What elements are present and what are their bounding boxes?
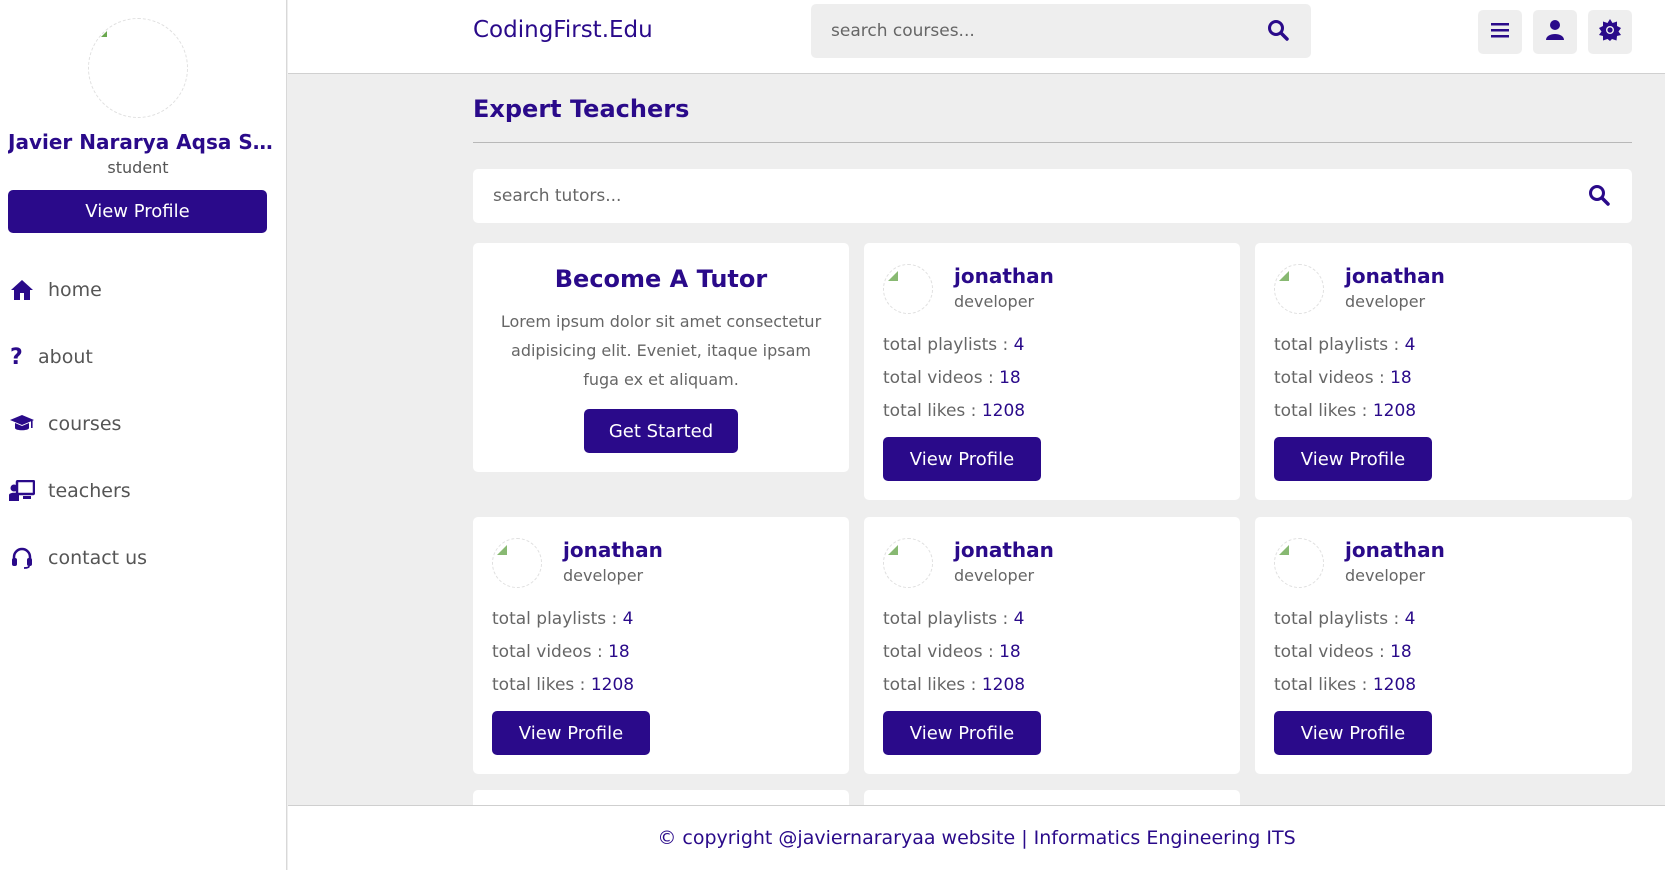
tutor-videos-stat: total videos : 18 — [883, 642, 1021, 662]
tutor-role: developer — [1345, 292, 1426, 311]
tutor-card: jonathan developer total playlists : 4 t… — [864, 243, 1240, 500]
footer: © copyright @javiernararyaa website | In… — [288, 805, 1665, 870]
sidebar-item-about[interactable]: ? about — [0, 337, 280, 377]
tutor-playlists-stat: total playlists : 4 — [492, 609, 634, 629]
tutor-role: developer — [1345, 566, 1426, 585]
sidebar-item-label: home — [48, 279, 102, 301]
question-icon: ? — [10, 344, 23, 370]
user-button[interactable] — [1533, 10, 1577, 54]
tutor-playlists-stat: total playlists : 4 — [1274, 335, 1416, 355]
tutor-videos-stat: total videos : 18 — [1274, 642, 1412, 662]
tutor-name: jonathan — [1345, 264, 1445, 288]
search-icon[interactable] — [1588, 184, 1612, 208]
tutor-likes-stat: total likes : 1208 — [883, 401, 1026, 421]
tutor-avatar — [883, 538, 933, 588]
tutor-likes-stat: total likes : 1208 — [1274, 675, 1417, 695]
tutor-name: jonathan — [1345, 538, 1445, 562]
tutor-videos-stat: total videos : 18 — [492, 642, 630, 662]
tutor-likes-stat: total likes : 1208 — [1274, 401, 1417, 421]
tutor-search-form — [473, 169, 1632, 223]
tutor-avatar — [492, 538, 542, 588]
course-search-form — [811, 4, 1311, 58]
sidebar-item-label: about — [38, 346, 93, 368]
view-profile-button[interactable]: View Profile — [883, 711, 1041, 755]
tutor-videos-stat: total videos : 18 — [1274, 368, 1412, 388]
user-name: Javier Nararya Aqsa Setiy... — [8, 130, 276, 154]
get-started-button[interactable]: Get Started — [584, 409, 738, 453]
tutor-search-input[interactable] — [473, 169, 1553, 223]
site-logo[interactable]: CodingFirst.Edu — [473, 17, 653, 43]
tutor-role: developer — [954, 292, 1035, 311]
become-tutor-description: Lorem ipsum dolor sit amet consectetur a… — [500, 312, 822, 389]
tutor-card: jonathan developer total playlists : 4 t… — [1255, 517, 1632, 774]
tutor-card: jonathan developer total playlists : 4 t… — [473, 517, 849, 774]
chalkboard-teacher-icon — [8, 477, 36, 505]
graduation-cap-icon — [8, 410, 36, 438]
tutor-playlists-stat: total playlists : 4 — [1274, 609, 1416, 629]
sidebar-item-label: courses — [48, 413, 122, 435]
headset-icon — [8, 544, 36, 572]
tutor-role: developer — [563, 566, 644, 585]
tutor-playlists-stat: total playlists : 4 — [883, 609, 1025, 629]
view-profile-button[interactable]: View Profile — [1274, 711, 1432, 755]
sidebar-item-teachers[interactable]: teachers — [0, 471, 280, 511]
tutor-avatar — [883, 264, 933, 314]
course-search-input[interactable] — [811, 4, 1251, 58]
menu-button[interactable] — [1478, 10, 1522, 54]
title-divider — [473, 142, 1632, 143]
menu-icon — [1491, 22, 1509, 42]
sidebar-item-label: contact us — [48, 547, 148, 569]
top-header: CodingFirst.Edu — [288, 0, 1665, 74]
user-avatar[interactable] — [88, 18, 188, 118]
tutor-name: jonathan — [563, 538, 663, 562]
tutor-name: jonathan — [954, 264, 1054, 288]
sidebar-item-courses[interactable]: courses — [0, 404, 280, 444]
tutor-name: jonathan — [954, 538, 1054, 562]
tutor-likes-stat: total likes : 1208 — [883, 675, 1026, 695]
copyright-text: © copyright @javiernararyaa website | In… — [657, 827, 1296, 849]
become-tutor-card: Become A Tutor Lorem ipsum dolor sit ame… — [473, 243, 849, 472]
user-icon — [1546, 20, 1564, 44]
search-icon[interactable] — [1267, 19, 1291, 43]
sidebar-item-contact[interactable]: contact us — [0, 538, 280, 578]
sidebar-item-home[interactable]: home — [0, 270, 280, 310]
sidebar: Javier Nararya Aqsa Setiy... student Vie… — [0, 0, 287, 870]
theme-toggle-button[interactable] — [1588, 10, 1632, 54]
tutor-videos-stat: total videos : 18 — [883, 368, 1021, 388]
tutor-role: developer — [954, 566, 1035, 585]
sidebar-view-profile-button[interactable]: View Profile — [8, 190, 267, 233]
user-role: student — [107, 158, 169, 177]
page-title: Expert Teachers — [473, 95, 690, 123]
tutor-avatar — [1274, 538, 1324, 588]
view-profile-button[interactable]: View Profile — [1274, 437, 1432, 481]
tutor-card: jonathan developer total playlists : 4 t… — [1255, 243, 1632, 500]
sun-icon — [1599, 19, 1621, 45]
tutor-likes-stat: total likes : 1208 — [492, 675, 635, 695]
tutor-avatar — [1274, 264, 1324, 314]
tutor-card: jonathan developer total playlists : 4 t… — [864, 517, 1240, 774]
tutor-playlists-stat: total playlists : 4 — [883, 335, 1025, 355]
sidebar-item-label: teachers — [48, 480, 131, 502]
view-profile-button[interactable]: View Profile — [492, 711, 650, 755]
view-profile-button[interactable]: View Profile — [883, 437, 1041, 481]
become-tutor-title: Become A Tutor — [554, 265, 768, 293]
home-icon — [8, 276, 36, 304]
